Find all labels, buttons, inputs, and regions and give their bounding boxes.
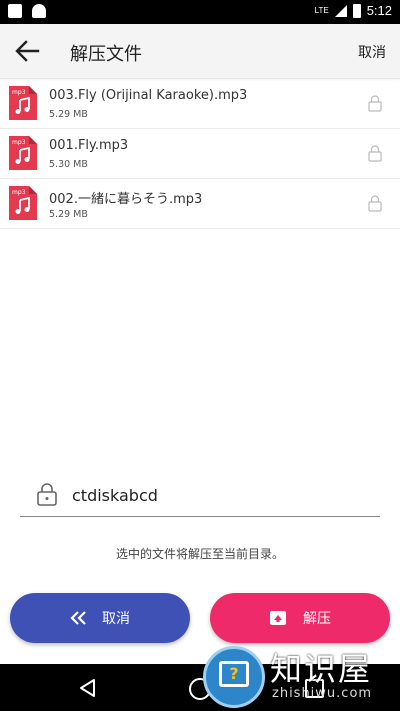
extract-button[interactable]: 解压: [210, 593, 390, 643]
file-size: 5.29 MB: [49, 209, 88, 220]
file-size: 5.30 MB: [49, 159, 88, 170]
extract-button-label: 解压: [303, 611, 331, 627]
watermark-url: zhishiwu.com: [272, 686, 373, 701]
cancel-button[interactable]: 取消: [10, 593, 190, 643]
page-title: 解压文件: [70, 44, 142, 65]
password-input[interactable]: [72, 482, 372, 508]
password-field: [20, 478, 380, 517]
mp3-file-icon: mp3: [9, 86, 37, 120]
watermark-text: 知识屋: [270, 650, 373, 688]
network-type: LTE: [314, 5, 329, 15]
extract-hint: 选中的文件将解压至当前目录。: [115, 547, 284, 561]
cancel-button-label: 取消: [102, 611, 130, 627]
nav-back-icon[interactable]: [78, 678, 96, 698]
mp3-file-icon: mp3: [9, 186, 37, 220]
svg-text:mp3: mp3: [12, 89, 26, 96]
file-row[interactable]: mp3 003.Fly (Orijinal Karaoke).mp3 5.29 …: [0, 79, 400, 129]
svg-text:mp3: mp3: [12, 189, 26, 196]
signal-icon: [334, 4, 347, 17]
notification-icons: [8, 4, 46, 18]
unarchive-icon: [269, 610, 287, 626]
image-notification-icon: [8, 4, 22, 18]
back-arrow-icon[interactable]: [14, 39, 40, 63]
watermark-logo-icon: ?: [203, 646, 265, 708]
file-list: mp3 003.Fly (Orijinal Karaoke).mp3 5.29 …: [0, 79, 400, 229]
mp3-file-icon: mp3: [9, 136, 37, 170]
lock-icon: [37, 483, 57, 506]
double-chevron-left-icon: [70, 611, 86, 625]
battery-icon: [352, 3, 361, 18]
file-name: 001.Fly.mp3: [49, 138, 129, 153]
status-bar: LTE 5:12: [0, 0, 400, 24]
file-row[interactable]: mp3 001.Fly.mp3 5.30 MB: [0, 129, 400, 179]
app-bar: 解压文件 取消: [0, 24, 400, 79]
svg-text:mp3: mp3: [12, 139, 26, 146]
file-size: 5.29 MB: [49, 109, 88, 120]
lock-icon: [368, 195, 382, 212]
file-name: 003.Fly (Orijinal Karaoke).mp3: [49, 88, 248, 103]
cancel-link[interactable]: 取消: [358, 42, 386, 62]
file-row[interactable]: mp3 002.一緒に暮らそう.mp3 5.29 MB: [0, 179, 400, 229]
android-notification-icon: [32, 4, 46, 18]
lock-icon: [368, 95, 382, 112]
system-status: LTE 5:12: [315, 3, 392, 18]
file-name: 002.一緒に暮らそう.mp3: [49, 192, 203, 207]
lock-icon: [368, 145, 382, 162]
clock: 5:12: [366, 3, 392, 18]
